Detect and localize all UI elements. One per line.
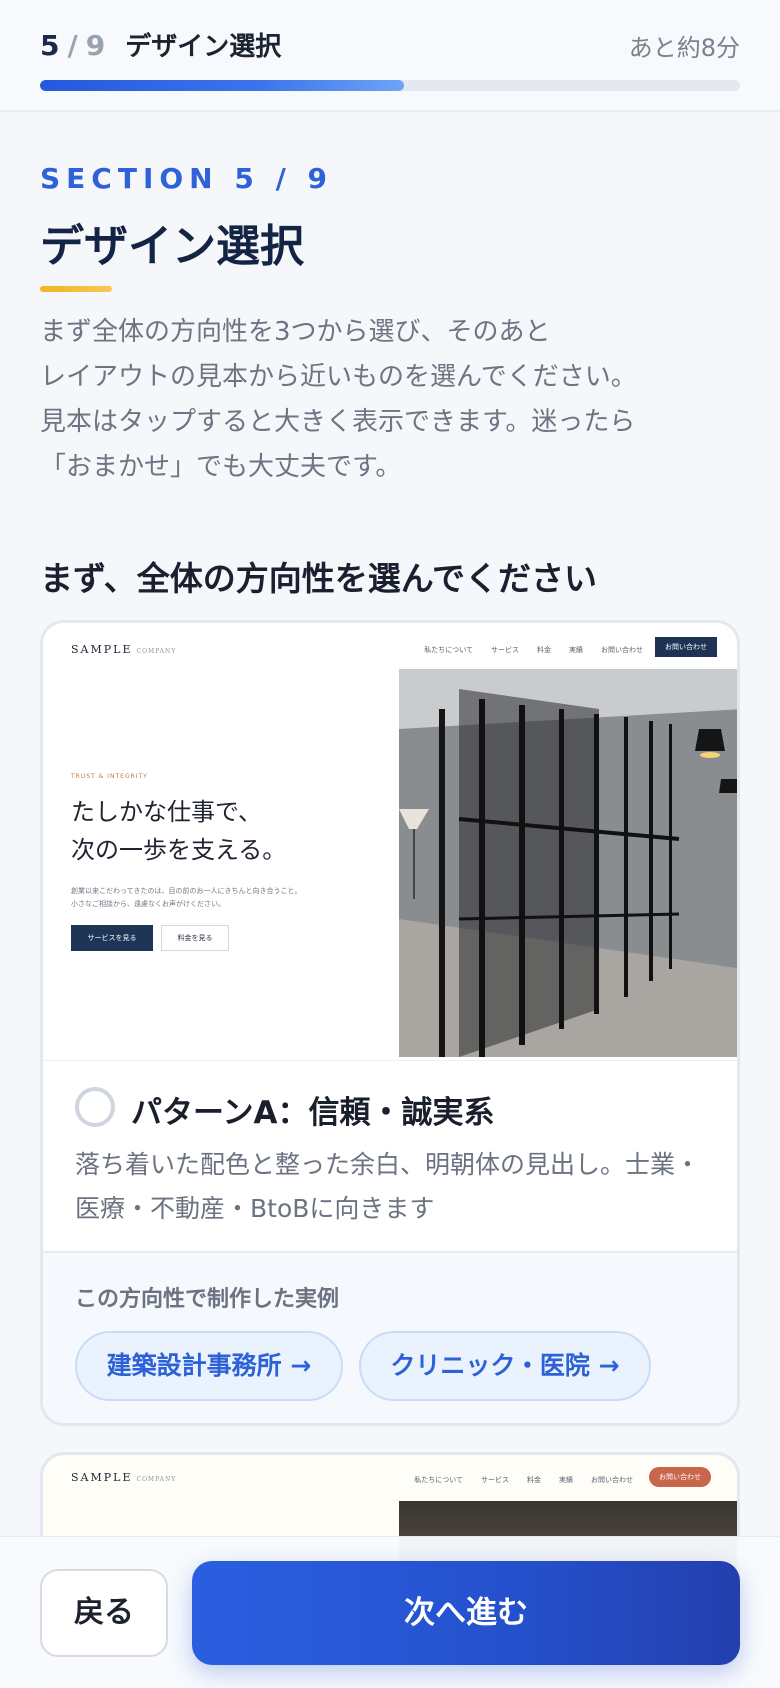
option-a-description: 落ち着いた配色と整った余白、明朝体の見出し。士業・医療・不動産・BtoBに向きま… (75, 1150, 701, 1223)
next-button[interactable]: 次へ進む (192, 1561, 740, 1665)
preview-nav-item: 料金 (537, 646, 551, 654)
design-preview-thumbnail[interactable]: SAMPLE COMPANY 私たちについて サービス 料金 実績 お問い合わせ … (43, 623, 737, 1061)
preview-nav-item: サービス (491, 646, 519, 654)
option-a-radio[interactable] (75, 1087, 115, 1127)
title-accent-underline (40, 286, 112, 292)
preview-nav-item: 実績 (559, 1476, 573, 1484)
preview-nav-item: お問い合わせ (601, 646, 643, 654)
option-a-title: パターンA：信頼・誠実系 (131, 1095, 495, 1131)
preview-logo: SAMPLE COMPANY (71, 1471, 177, 1484)
preview-body-text: 創業以来こだわってきたのは、目の前のお一人にきちんと向き合うこと。 小さなご相談… (71, 887, 302, 908)
section-label: SECTION 5 / 9 (40, 162, 334, 195)
progress-bar (40, 80, 740, 91)
progress-header: 5 / 9 デザイン選択 あと約8分 (0, 0, 780, 112)
page-title: デザイン選択 (40, 221, 304, 272)
examples-section: この方向性で制作した実例 建築設計事務所 → クリニック・医院 → (43, 1251, 737, 1423)
example-link-architecture[interactable]: 建築設計事務所 → (75, 1331, 343, 1401)
preview-nav-item: サービス (481, 1476, 509, 1484)
bottom-action-bar: 戻る 次へ進む (0, 1536, 780, 1688)
progress-bar-fill (40, 80, 404, 91)
preview-logo: SAMPLE COMPANY (71, 643, 177, 656)
preview-nav-item: 私たちについて (424, 646, 473, 654)
preview-nav: 私たちについて サービス 料金 実績 お問い合わせ (424, 645, 643, 655)
step-separator: / (67, 29, 78, 62)
preview-office-photo (399, 669, 737, 1057)
preview-nav-item: 実績 (569, 646, 583, 654)
preview-nav-item: 料金 (527, 1476, 541, 1484)
preview-primary-button: サービスを見る (71, 925, 153, 951)
examples-label: この方向性で制作した実例 (75, 1287, 340, 1312)
step-indicator: 5 / 9 デザイン選択 (40, 26, 281, 63)
question-heading: まず、全体の方向性を選んでください (40, 559, 598, 598)
intro-text: まず全体の方向性を3つから選び、そのあと レイアウトの見本から近いものを選んでく… (40, 317, 637, 482)
preview-nav: 私たちについて サービス 料金 実績 お問い合わせ (414, 1475, 633, 1485)
design-option-card-a[interactable]: SAMPLE COMPANY 私たちについて サービス 料金 実績 お問い合わせ … (40, 620, 740, 1426)
step-title: デザイン選択 (125, 32, 282, 62)
step-total: 9 (85, 29, 106, 62)
preview-headline: たしかな仕事で、 次の一歩を支える。 (71, 798, 287, 864)
back-button[interactable]: 戻る (40, 1569, 168, 1657)
preview-contact-button: お問い合わせ (655, 637, 717, 657)
preview-eyebrow: TRUST & INTEGRITY (71, 773, 148, 780)
time-remaining: あと約8分 (628, 34, 740, 62)
preview-nav-item: 私たちについて (414, 1476, 463, 1484)
example-link-clinic[interactable]: クリニック・医院 → (359, 1331, 651, 1401)
step-current: 5 (40, 29, 60, 62)
preview-contact-button: お問い合わせ (649, 1467, 711, 1487)
preview-nav-item: お問い合わせ (591, 1476, 633, 1484)
preview-secondary-button: 料金を見る (161, 925, 229, 951)
